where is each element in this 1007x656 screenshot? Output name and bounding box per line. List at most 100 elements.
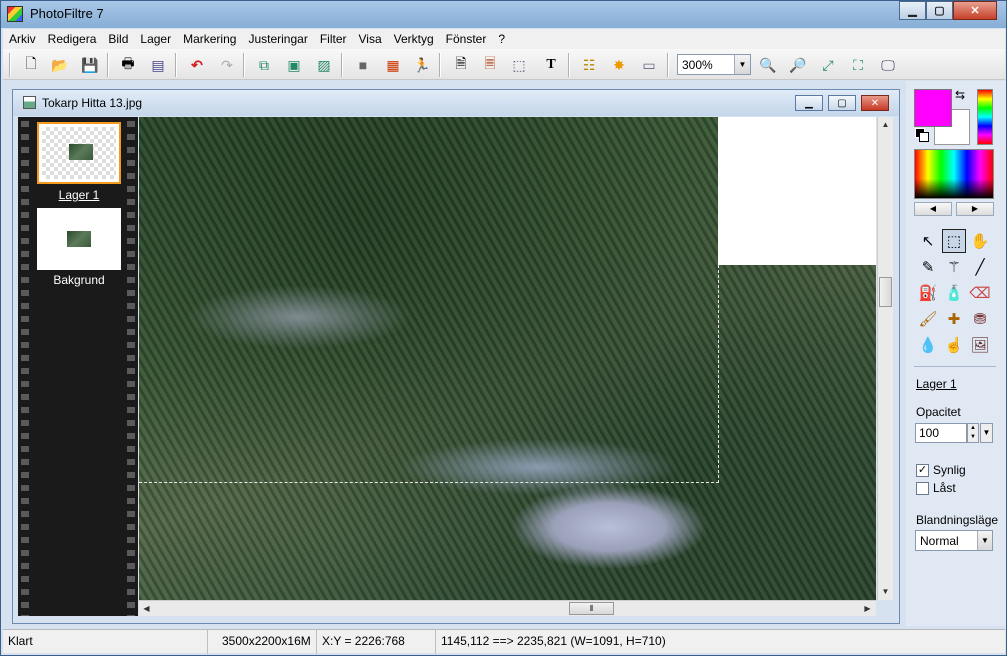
selection-icon[interactable]: ⬚ [508,54,530,76]
menu-help[interactable]: ? [492,29,511,49]
hue-bar[interactable] [977,89,993,145]
chevron-down-icon[interactable]: ▼ [977,531,992,550]
color-palette[interactable] [914,149,994,199]
brush-icon[interactable]: 🖌 [916,307,940,331]
visible-checkbox[interactable]: ✓ [916,463,929,477]
print-icon[interactable]: 🖶 [117,54,139,76]
palette-next-button[interactable]: ▶ [956,202,994,216]
open-folder-icon[interactable]: 📂 [49,54,71,76]
paste-layer-icon[interactable]: ▣ [283,54,305,76]
minimize-button[interactable]: ▁ [899,1,926,20]
smudge-icon[interactable]: ☝ [942,333,966,357]
portrait-icon[interactable]: 🖼 [968,333,992,357]
new-file-icon[interactable]: 🗋 [20,54,42,76]
blur-drop-icon[interactable]: 💧 [916,333,940,357]
menu-arkiv[interactable]: Arkiv [3,29,42,49]
selection-tool-icon[interactable]: ⬚ [942,229,966,253]
film-sprockets [21,117,29,616]
maximize-button[interactable]: ▢ [926,1,953,20]
line-icon[interactable]: ╱ [968,255,992,279]
layer-label[interactable]: Lager 1 [37,188,121,202]
scroll-up-arrow[interactable]: ▲ [878,117,893,132]
chevron-down-icon[interactable]: ▼ [734,55,750,74]
transparent-area [718,117,876,265]
opacity-dropdown[interactable]: ▼ [980,423,993,443]
locked-checkbox[interactable] [916,481,929,495]
magic-wand-icon[interactable]: ⚚ [942,255,966,279]
text-icon[interactable]: T [540,54,562,76]
doc-minimize-button[interactable]: ▁ [795,95,823,111]
layers-icon[interactable]: ☷ [578,54,600,76]
layer-properties-link[interactable]: Lager 1 [916,377,957,391]
palette-prev-button[interactable]: ◀ [914,202,952,216]
locked-checkbox-row[interactable]: Låst [916,481,956,495]
toolbar-separator [341,53,343,77]
scroll-thumb[interactable] [879,277,892,307]
selection-marquee-edge [139,482,719,483]
scan-icon[interactable]: ▤ [147,54,169,76]
copy-layer-icon[interactable]: ⧉ [253,54,275,76]
eyedropper-icon[interactable]: ✎ [916,255,940,279]
doc-maximize-button[interactable]: ▢ [828,95,856,111]
zoom-out-icon[interactable]: 🔎 [787,54,809,76]
run-icon[interactable]: 🏃 [411,54,433,76]
scroll-down-arrow[interactable]: ▼ [878,584,893,599]
close-button[interactable]: ✕ [953,1,997,20]
hand-icon[interactable]: ✋ [968,229,992,253]
menu-verktyg[interactable]: Verktyg [388,29,440,49]
swap-colors-icon[interactable]: ⇆ [955,88,965,102]
grayscale-icon[interactable]: ■ [352,54,374,76]
blend-mode-select[interactable]: Normal ▼ [915,530,993,551]
toolbar-separator [243,53,245,77]
save-icon[interactable]: 💾 [79,54,101,76]
zoom-in-icon[interactable]: 🔍 [757,54,779,76]
menu-lager[interactable]: Lager [134,29,177,49]
menu-bild[interactable]: Bild [102,29,134,49]
visible-checkbox-row[interactable]: ✓ Synlig [916,463,966,477]
opacity-input[interactable]: 100 [915,423,967,443]
vertical-scrollbar[interactable]: ▲ ▼ [877,117,893,600]
layer-thumbnail-lager-1[interactable] [37,122,121,184]
pointer-icon[interactable]: ↖ [916,229,940,253]
locked-label: Låst [933,481,956,495]
advanced-brush-icon[interactable]: ✚ [942,307,966,331]
window-icon[interactable]: ▭ [638,54,660,76]
layer-label[interactable]: Bakgrund [37,273,121,287]
scroll-right-arrow[interactable]: ▶ [860,601,875,616]
eraser-icon[interactable]: ⌫ [968,281,992,305]
document-title: Tokarp Hitta 13.jpg [42,96,143,110]
menu-fonster[interactable]: Fönster [440,29,493,49]
menu-redigera[interactable]: Redigera [42,29,103,49]
document-icon[interactable]: 🗏 [479,54,501,76]
image-canvas[interactable] [139,117,876,600]
rgb-icon[interactable]: ▦ [382,54,404,76]
image-icon[interactable]: ▨ [313,54,335,76]
fullsize-icon[interactable]: ⛶ [847,54,869,76]
menu-visa[interactable]: Visa [353,29,388,49]
menu-justeringar[interactable]: Justeringar [242,29,313,49]
display-icon[interactable]: 🖵 [877,54,899,76]
reset-colors-icon[interactable] [915,128,929,142]
star-icon[interactable]: ✸ [608,54,630,76]
redo-icon[interactable]: ↷ [216,54,238,76]
scroll-left-arrow[interactable]: ◀ [139,601,154,616]
app-window: PhotoFiltre 7 ▁ ▢ ✕ Arkiv Redigera Bild … [0,0,1007,656]
horizontal-scrollbar[interactable]: ◀ ⦀ ▶ [139,600,876,616]
menu-markering[interactable]: Markering [177,29,242,49]
fill-bucket-icon[interactable]: ⛽ [916,281,940,305]
foreground-color-swatch[interactable] [914,89,952,127]
doc-close-button[interactable]: ✕ [861,95,889,111]
blend-mode-label: Blandningsläge [916,513,999,527]
opacity-spinner[interactable]: ▲ ▼ [967,423,979,443]
zoom-select[interactable]: 300% ▼ [677,54,751,75]
stamp-icon[interactable]: ⛃ [968,307,992,331]
layer-thumbnail-bakgrund[interactable] [37,208,121,270]
scroll-thumb[interactable]: ⦀ [569,602,614,615]
undo-icon[interactable]: ↶ [186,54,208,76]
title-bar: PhotoFiltre 7 ▁ ▢ ✕ [1,1,1006,28]
document-text-icon[interactable]: 🗎 [450,54,472,76]
panel-divider [914,366,996,367]
menu-filter[interactable]: Filter [314,29,353,49]
fit-icon[interactable]: ⤢ [817,54,839,76]
spray-icon[interactable]: 🧴 [942,281,966,305]
